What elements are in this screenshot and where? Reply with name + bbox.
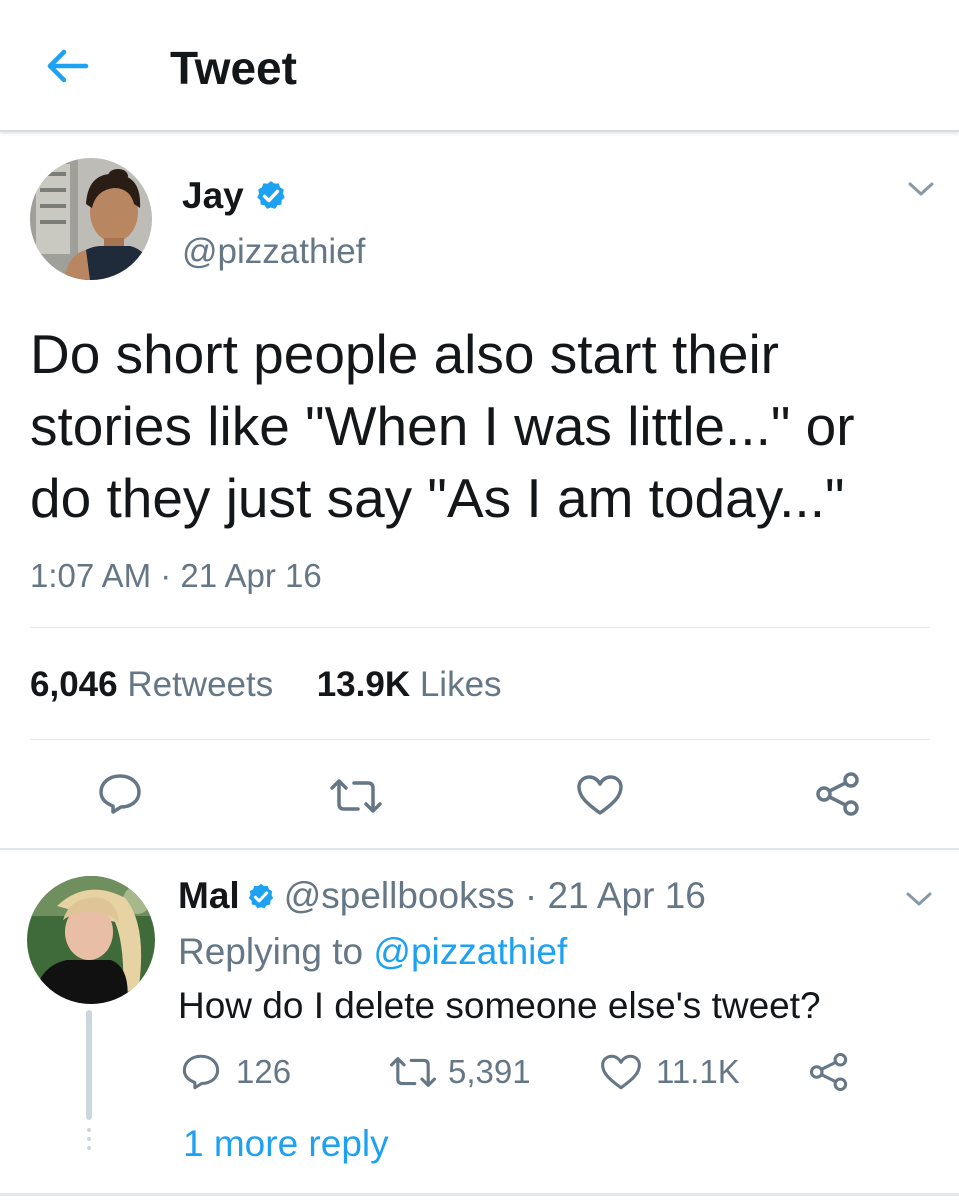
retweets-label: Retweets: [127, 665, 274, 704]
reply-icon: [99, 774, 141, 814]
share-icon: [809, 1052, 848, 1092]
retweet-icon: [390, 1057, 436, 1087]
avatar-image: [27, 876, 155, 1004]
reply-share-button[interactable]: [808, 1050, 850, 1094]
thread-dot: [87, 1128, 91, 1132]
share-icon: [816, 772, 859, 816]
retweet-count: 5,391: [448, 1053, 531, 1090]
section-divider: [0, 848, 959, 850]
like-count: 11.1K: [656, 1053, 740, 1090]
thread-connector-line: [86, 1010, 92, 1120]
reply-author-name[interactable]: Mal: [178, 875, 240, 916]
tweet-time: 1:07 AM: [30, 557, 152, 594]
replying-to-prefix: Replying to: [178, 931, 374, 972]
reply-count: 126: [236, 1053, 292, 1090]
avatar-image: [30, 158, 152, 280]
more-replies-link[interactable]: 1 more reply: [183, 1122, 389, 1166]
reply-separator: ·: [514, 875, 548, 916]
verified-badge-icon: [248, 883, 273, 909]
tweet-timestamp: 1:07 AM · 21 Apr 16: [30, 556, 322, 596]
page-title: Tweet: [170, 42, 297, 94]
avatar[interactable]: [30, 158, 152, 280]
thread-dot: [87, 1146, 91, 1150]
chevron-down-icon: [906, 892, 932, 906]
reply-avatar[interactable]: [27, 876, 155, 1004]
retweet-button[interactable]: [328, 778, 384, 814]
tweet-stats: 6,046 Retweets 13.9K Likes: [30, 664, 502, 706]
reply-date: 21 Apr 16: [547, 875, 706, 916]
likes-count: 13.9K: [316, 665, 411, 704]
reply-like-button[interactable]: 11.1K: [600, 1050, 740, 1094]
share-button[interactable]: [814, 770, 862, 818]
retweets-stat[interactable]: 6,046 Retweets: [30, 665, 273, 704]
reply-author-handle[interactable]: @spellbookss: [284, 875, 515, 916]
reply-text: How do I delete someone else's tweet?: [178, 985, 821, 1026]
top-bar: Tweet: [0, 0, 959, 132]
reply-options-button[interactable]: [902, 886, 936, 912]
author-handle[interactable]: @pizzathief: [182, 230, 365, 274]
likes-stat[interactable]: 13.9K Likes: [317, 665, 502, 704]
reply-reply-button[interactable]: 126: [180, 1050, 291, 1094]
replying-to-line: Replying to @pizzathief: [178, 930, 567, 974]
reply-button[interactable]: [96, 772, 144, 816]
heart-icon: [577, 775, 623, 815]
author-name-label: Jay: [182, 175, 244, 216]
tweet-options-button[interactable]: [904, 176, 938, 202]
heart-icon: [601, 1054, 641, 1090]
tweet-date: 21 Apr 16: [180, 557, 322, 594]
author-name[interactable]: Jay: [182, 174, 288, 218]
back-button[interactable]: [40, 44, 92, 88]
arrow-left-icon: [47, 49, 89, 83]
retweet-icon: [330, 779, 382, 813]
chevron-down-icon: [908, 182, 934, 196]
replying-to-mention[interactable]: @pizzathief: [373, 931, 567, 972]
reply-header: Mal @spellbookss · 21 Apr 16: [178, 874, 706, 918]
thread-dot: [87, 1137, 91, 1141]
divider: [30, 739, 930, 740]
timestamp-separator: ·: [151, 557, 181, 594]
likes-label: Likes: [419, 665, 502, 704]
tweet-text: Do short people also start their stories…: [30, 323, 855, 529]
bottom-divider: [0, 1193, 959, 1196]
like-button[interactable]: [576, 774, 624, 816]
reply-icon: [182, 1054, 220, 1090]
thread-connector-dots: [86, 1128, 92, 1156]
retweets-count: 6,046: [30, 665, 118, 704]
divider: [30, 627, 930, 628]
verified-badge-icon: [256, 181, 285, 209]
reply-retweet-button[interactable]: 5,391: [388, 1050, 531, 1094]
